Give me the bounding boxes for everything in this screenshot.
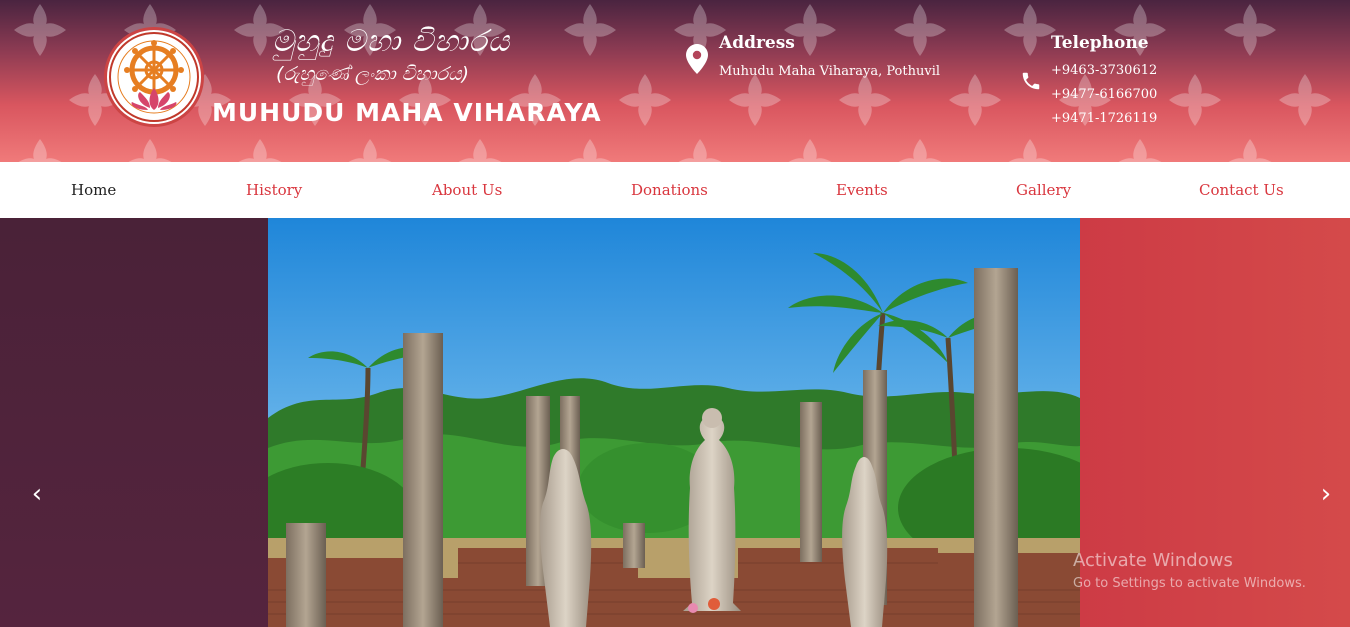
map-pin-icon xyxy=(686,44,708,74)
nav-item-events[interactable]: Events xyxy=(836,162,888,218)
slide-image-ruins xyxy=(268,218,1080,627)
windows-activation-subtitle: Go to Settings to activate Windows. xyxy=(1073,576,1306,591)
chevron-right-icon[interactable]: › xyxy=(1314,480,1338,508)
telephone-number[interactable]: +9477-6166700 xyxy=(1051,86,1157,110)
main-nav: Home History About Us Donations Events G… xyxy=(0,162,1350,218)
windows-activation-title: Activate Windows xyxy=(1073,550,1233,571)
hero-slider: ‹ › Activate Windows Go to Settings to a… xyxy=(0,218,1350,627)
telephone-title: Telephone xyxy=(1051,33,1149,53)
logo-site-name[interactable]: MUHUDU MAHA VIHARAYA xyxy=(212,98,602,127)
nav-item-donations[interactable]: Donations xyxy=(631,162,708,218)
logo-sinhala-subtitle: (රුහුණේ ලංකා විහාරය) xyxy=(276,63,470,85)
address-title: Address xyxy=(719,33,795,53)
nav-item-about-us[interactable]: About Us xyxy=(432,162,502,218)
slider-left-panel xyxy=(0,218,268,627)
nav-item-gallery[interactable]: Gallery xyxy=(1016,162,1071,218)
nav-item-home[interactable]: Home xyxy=(71,162,116,218)
logo-sinhala-title: මුහුදු මහා විහාරය xyxy=(272,24,511,59)
address-value: Muhudu Maha Viharaya, Pothuvil xyxy=(719,64,941,79)
phone-icon xyxy=(1022,72,1040,90)
telephone-list: +9463-3730612 +9477-6166700 +9471-172611… xyxy=(1051,62,1157,134)
nav-item-contact-us[interactable]: Contact Us xyxy=(1199,162,1284,218)
telephone-number[interactable]: +9471-1726119 xyxy=(1051,110,1157,134)
chevron-left-icon[interactable]: ‹ xyxy=(25,480,49,508)
nav-item-history[interactable]: History xyxy=(246,162,302,218)
site-header: මුහුදු මහා විහාරය (රුහුණේ ලංකා විහාරය) M… xyxy=(0,0,1350,162)
telephone-number[interactable]: +9463-3730612 xyxy=(1051,62,1157,86)
dharma-wheel-lotus-icon[interactable] xyxy=(104,27,204,127)
